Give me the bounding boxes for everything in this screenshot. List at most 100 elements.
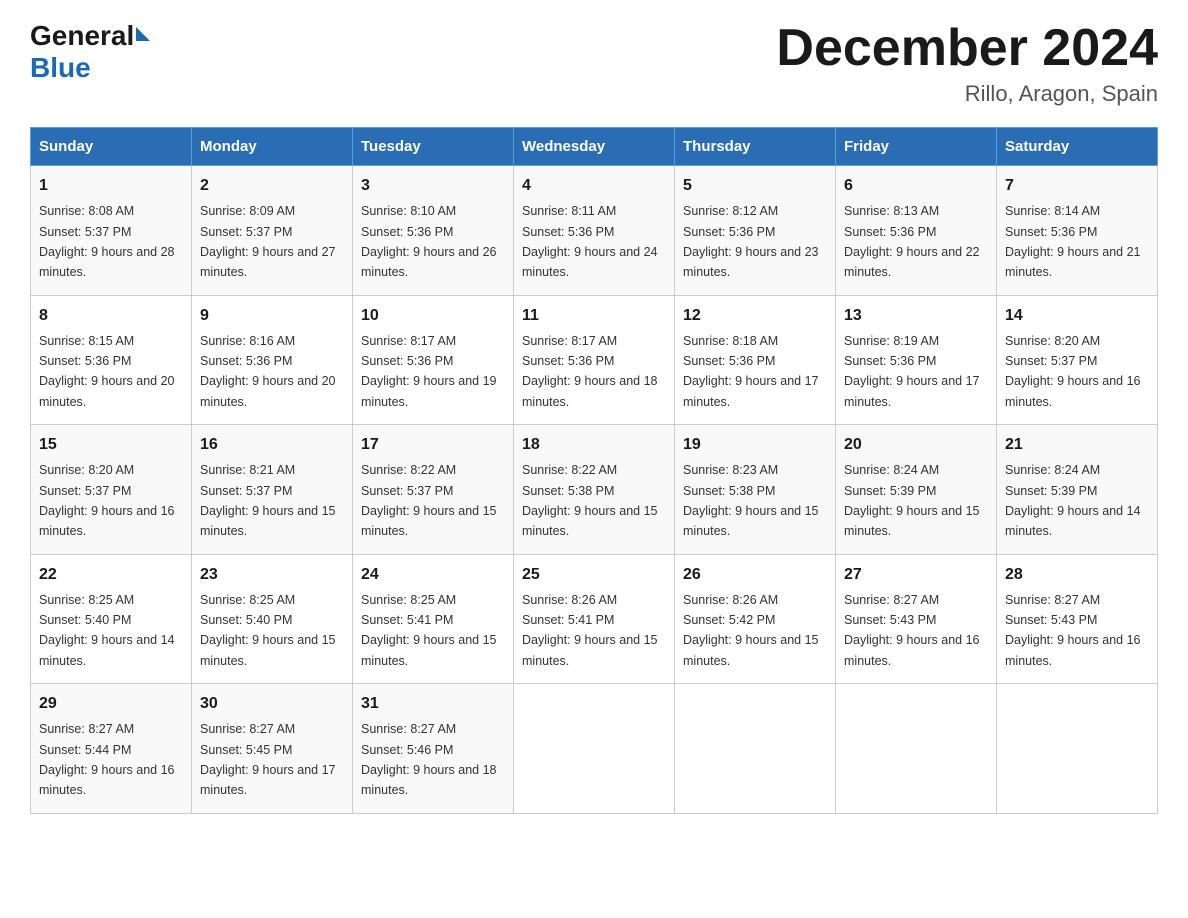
calendar-cell: 19 Sunrise: 8:23 AMSunset: 5:38 PMDayligh… bbox=[675, 425, 836, 555]
header-friday: Friday bbox=[836, 128, 997, 166]
calendar-cell: 18 Sunrise: 8:22 AMSunset: 5:38 PMDayligh… bbox=[514, 425, 675, 555]
day-number: 28 bbox=[1005, 563, 1149, 587]
calendar-cell: 7 Sunrise: 8:14 AMSunset: 5:36 PMDaylight… bbox=[997, 166, 1158, 296]
calendar-cell: 8 Sunrise: 8:15 AMSunset: 5:36 PMDaylight… bbox=[31, 295, 192, 425]
title-section: December 2024 Rillo, Aragon, Spain bbox=[776, 20, 1158, 107]
day-number: 23 bbox=[200, 563, 344, 587]
calendar-cell: 29 Sunrise: 8:27 AMSunset: 5:44 PMDayligh… bbox=[31, 684, 192, 814]
calendar-week-row: 8 Sunrise: 8:15 AMSunset: 5:36 PMDaylight… bbox=[31, 295, 1158, 425]
day-number: 22 bbox=[39, 563, 183, 587]
day-info: Sunrise: 8:20 AMSunset: 5:37 PMDaylight:… bbox=[1005, 334, 1141, 409]
page-header: General Blue December 2024 Rillo, Aragon… bbox=[30, 20, 1158, 107]
calendar-cell: 23 Sunrise: 8:25 AMSunset: 5:40 PMDayligh… bbox=[192, 554, 353, 684]
day-number: 6 bbox=[844, 174, 988, 198]
day-info: Sunrise: 8:27 AMSunset: 5:46 PMDaylight:… bbox=[361, 722, 497, 797]
day-info: Sunrise: 8:26 AMSunset: 5:42 PMDaylight:… bbox=[683, 593, 819, 668]
calendar-cell: 28 Sunrise: 8:27 AMSunset: 5:43 PMDayligh… bbox=[997, 554, 1158, 684]
day-number: 10 bbox=[361, 304, 505, 328]
day-number: 26 bbox=[683, 563, 827, 587]
day-info: Sunrise: 8:14 AMSunset: 5:36 PMDaylight:… bbox=[1005, 204, 1141, 279]
day-info: Sunrise: 8:27 AMSunset: 5:45 PMDaylight:… bbox=[200, 722, 336, 797]
calendar-cell: 9 Sunrise: 8:16 AMSunset: 5:36 PMDaylight… bbox=[192, 295, 353, 425]
day-info: Sunrise: 8:27 AMSunset: 5:44 PMDaylight:… bbox=[39, 722, 175, 797]
calendar-cell: 24 Sunrise: 8:25 AMSunset: 5:41 PMDayligh… bbox=[353, 554, 514, 684]
month-title: December 2024 bbox=[776, 20, 1158, 77]
day-number: 30 bbox=[200, 692, 344, 716]
day-info: Sunrise: 8:08 AMSunset: 5:37 PMDaylight:… bbox=[39, 204, 175, 279]
day-info: Sunrise: 8:26 AMSunset: 5:41 PMDaylight:… bbox=[522, 593, 658, 668]
day-info: Sunrise: 8:10 AMSunset: 5:36 PMDaylight:… bbox=[361, 204, 497, 279]
day-info: Sunrise: 8:25 AMSunset: 5:41 PMDaylight:… bbox=[361, 593, 497, 668]
header-thursday: Thursday bbox=[675, 128, 836, 166]
calendar-cell: 27 Sunrise: 8:27 AMSunset: 5:43 PMDayligh… bbox=[836, 554, 997, 684]
logo-blue-part bbox=[134, 31, 150, 41]
day-info: Sunrise: 8:24 AMSunset: 5:39 PMDaylight:… bbox=[1005, 463, 1141, 538]
calendar-cell bbox=[836, 684, 997, 814]
day-info: Sunrise: 8:22 AMSunset: 5:38 PMDaylight:… bbox=[522, 463, 658, 538]
day-number: 2 bbox=[200, 174, 344, 198]
logo: General Blue bbox=[30, 20, 150, 84]
calendar-cell: 21 Sunrise: 8:24 AMSunset: 5:39 PMDayligh… bbox=[997, 425, 1158, 555]
calendar-cell: 22 Sunrise: 8:25 AMSunset: 5:40 PMDayligh… bbox=[31, 554, 192, 684]
header-tuesday: Tuesday bbox=[353, 128, 514, 166]
day-info: Sunrise: 8:25 AMSunset: 5:40 PMDaylight:… bbox=[200, 593, 336, 668]
day-number: 16 bbox=[200, 433, 344, 457]
calendar-cell: 4Sunrise: 8:11 AMSunset: 5:36 PMDaylight… bbox=[514, 166, 675, 296]
header-saturday: Saturday bbox=[997, 128, 1158, 166]
day-number: 19 bbox=[683, 433, 827, 457]
calendar-header-row: SundayMondayTuesdayWednesdayThursdayFrid… bbox=[31, 128, 1158, 166]
day-info: Sunrise: 8:17 AMSunset: 5:36 PMDaylight:… bbox=[522, 334, 658, 409]
day-info: Sunrise: 8:27 AMSunset: 5:43 PMDaylight:… bbox=[844, 593, 980, 668]
day-number: 24 bbox=[361, 563, 505, 587]
calendar-week-row: 29 Sunrise: 8:27 AMSunset: 5:44 PMDayligh… bbox=[31, 684, 1158, 814]
header-monday: Monday bbox=[192, 128, 353, 166]
day-info: Sunrise: 8:09 AMSunset: 5:37 PMDaylight:… bbox=[200, 204, 336, 279]
calendar-cell: 17 Sunrise: 8:22 AMSunset: 5:37 PMDayligh… bbox=[353, 425, 514, 555]
day-number: 9 bbox=[200, 304, 344, 328]
day-number: 29 bbox=[39, 692, 183, 716]
calendar-week-row: 15Sunrise: 8:20 AMSunset: 5:37 PMDayligh… bbox=[31, 425, 1158, 555]
day-info: Sunrise: 8:12 AMSunset: 5:36 PMDaylight:… bbox=[683, 204, 819, 279]
calendar-cell bbox=[997, 684, 1158, 814]
day-number: 12 bbox=[683, 304, 827, 328]
calendar-cell: 20Sunrise: 8:24 AMSunset: 5:39 PMDayligh… bbox=[836, 425, 997, 555]
day-info: Sunrise: 8:11 AMSunset: 5:36 PMDaylight:… bbox=[522, 204, 658, 279]
calendar-cell: 5 Sunrise: 8:12 AMSunset: 5:36 PMDaylight… bbox=[675, 166, 836, 296]
day-info: Sunrise: 8:25 AMSunset: 5:40 PMDaylight:… bbox=[39, 593, 175, 668]
day-number: 27 bbox=[844, 563, 988, 587]
calendar-cell: 10 Sunrise: 8:17 AMSunset: 5:36 PMDayligh… bbox=[353, 295, 514, 425]
day-number: 21 bbox=[1005, 433, 1149, 457]
calendar-cell: 11Sunrise: 8:17 AMSunset: 5:36 PMDayligh… bbox=[514, 295, 675, 425]
calendar-cell: 6Sunrise: 8:13 AMSunset: 5:36 PMDaylight… bbox=[836, 166, 997, 296]
day-number: 5 bbox=[683, 174, 827, 198]
day-number: 3 bbox=[361, 174, 505, 198]
day-info: Sunrise: 8:17 AMSunset: 5:36 PMDaylight:… bbox=[361, 334, 497, 409]
header-wednesday: Wednesday bbox=[514, 128, 675, 166]
calendar-cell: 14 Sunrise: 8:20 AMSunset: 5:37 PMDayligh… bbox=[997, 295, 1158, 425]
calendar-cell: 30 Sunrise: 8:27 AMSunset: 5:45 PMDayligh… bbox=[192, 684, 353, 814]
day-info: Sunrise: 8:22 AMSunset: 5:37 PMDaylight:… bbox=[361, 463, 497, 538]
calendar-week-row: 1Sunrise: 8:08 AMSunset: 5:37 PMDaylight… bbox=[31, 166, 1158, 296]
day-info: Sunrise: 8:16 AMSunset: 5:36 PMDaylight:… bbox=[200, 334, 336, 409]
calendar-cell: 3 Sunrise: 8:10 AMSunset: 5:36 PMDaylight… bbox=[353, 166, 514, 296]
day-number: 7 bbox=[1005, 174, 1149, 198]
day-number: 14 bbox=[1005, 304, 1149, 328]
day-number: 18 bbox=[522, 433, 666, 457]
day-number: 17 bbox=[361, 433, 505, 457]
calendar-cell: 26 Sunrise: 8:26 AMSunset: 5:42 PMDayligh… bbox=[675, 554, 836, 684]
calendar-cell: 1Sunrise: 8:08 AMSunset: 5:37 PMDaylight… bbox=[31, 166, 192, 296]
calendar-cell: 2 Sunrise: 8:09 AMSunset: 5:37 PMDaylight… bbox=[192, 166, 353, 296]
day-info: Sunrise: 8:23 AMSunset: 5:38 PMDaylight:… bbox=[683, 463, 819, 538]
day-info: Sunrise: 8:27 AMSunset: 5:43 PMDaylight:… bbox=[1005, 593, 1141, 668]
day-number: 13 bbox=[844, 304, 988, 328]
day-number: 8 bbox=[39, 304, 183, 328]
logo-triangle-icon bbox=[136, 27, 150, 41]
day-info: Sunrise: 8:24 AMSunset: 5:39 PMDaylight:… bbox=[844, 463, 980, 538]
calendar-week-row: 22 Sunrise: 8:25 AMSunset: 5:40 PMDayligh… bbox=[31, 554, 1158, 684]
day-info: Sunrise: 8:18 AMSunset: 5:36 PMDaylight:… bbox=[683, 334, 819, 409]
calendar-cell: 31Sunrise: 8:27 AMSunset: 5:46 PMDayligh… bbox=[353, 684, 514, 814]
calendar-cell: 15Sunrise: 8:20 AMSunset: 5:37 PMDayligh… bbox=[31, 425, 192, 555]
calendar-cell: 13Sunrise: 8:19 AMSunset: 5:36 PMDayligh… bbox=[836, 295, 997, 425]
day-info: Sunrise: 8:15 AMSunset: 5:36 PMDaylight:… bbox=[39, 334, 175, 409]
day-info: Sunrise: 8:20 AMSunset: 5:37 PMDaylight:… bbox=[39, 463, 175, 538]
